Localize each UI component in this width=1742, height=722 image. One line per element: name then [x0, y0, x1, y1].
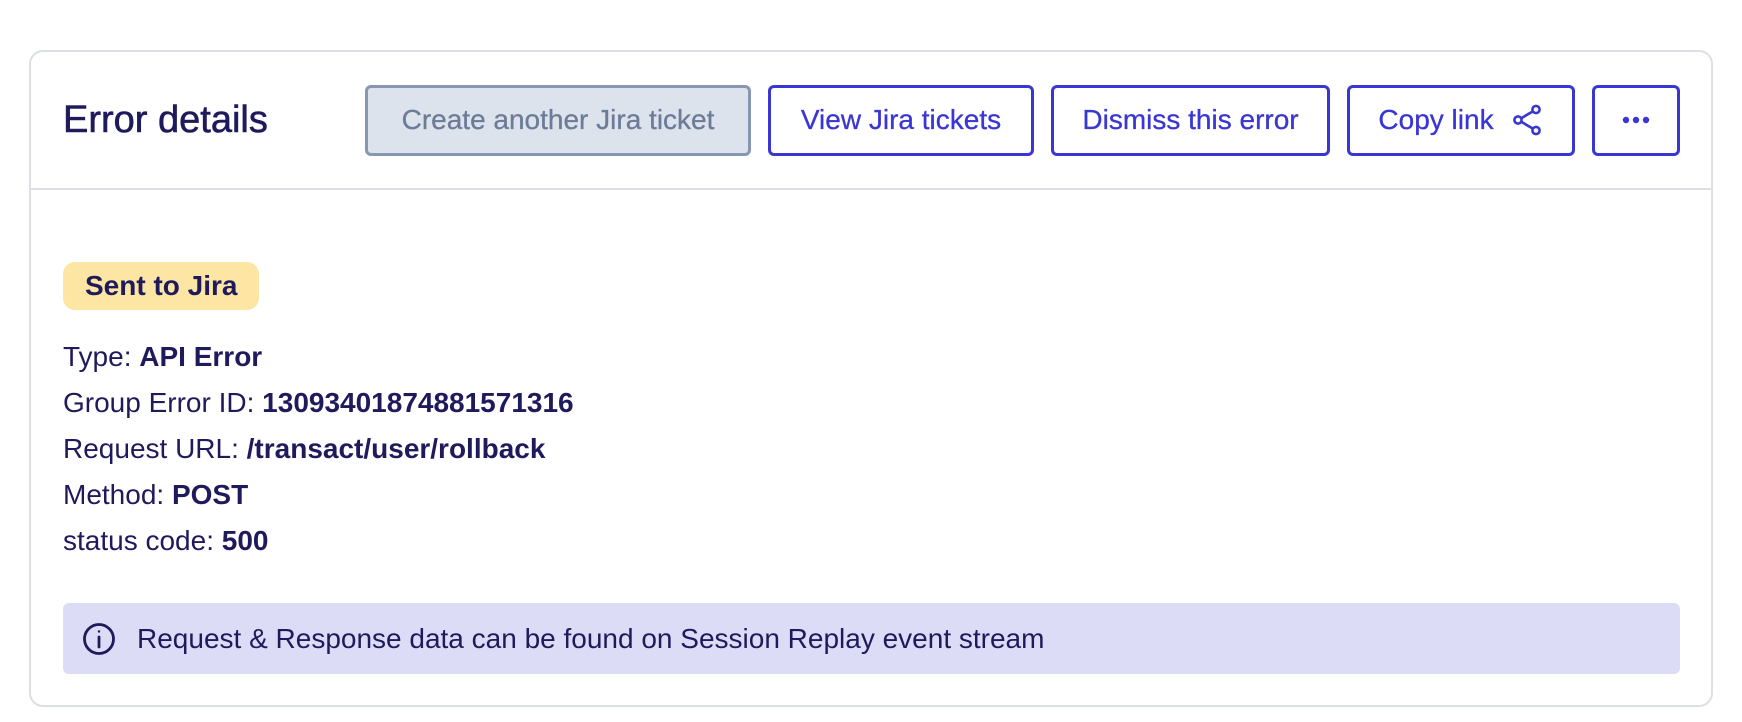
detail-method: Method: POST — [63, 472, 1680, 518]
dismiss-error-label: Dismiss this error — [1082, 104, 1299, 135]
detail-type: Type: API Error — [63, 334, 1680, 380]
more-options-button[interactable] — [1592, 84, 1680, 156]
card-header: Error details Create another Jira ticket… — [31, 52, 1711, 190]
copy-link-label: Copy link — [1378, 104, 1494, 135]
detail-label: Group Error ID: — [63, 387, 263, 418]
view-jira-tickets-label: View Jira tickets — [800, 104, 1002, 135]
detail-status-code: status code: 500 — [63, 518, 1680, 564]
detail-label: Method: — [63, 479, 172, 510]
error-details-list: Type: API Error Group Error ID: 13093401… — [63, 334, 1680, 564]
detail-value: API Error — [139, 341, 263, 372]
info-banner-text: Request & Response data can be found on … — [137, 622, 1045, 654]
error-details-card: Error details Create another Jira ticket… — [29, 50, 1713, 707]
status-badge: Sent to Jira — [63, 262, 260, 310]
create-jira-ticket-button[interactable]: Create another Jira ticket — [365, 84, 751, 156]
create-jira-ticket-label: Create another Jira ticket — [401, 104, 715, 135]
detail-value: /transact/user/rollback — [246, 433, 546, 464]
detail-request-url: Request URL: /transact/user/rollback — [63, 426, 1680, 472]
detail-label: Type: — [63, 341, 140, 372]
info-banner: Request & Response data can be found on … — [63, 603, 1680, 674]
detail-label: Request URL: — [63, 433, 247, 464]
card-body: Sent to Jira Type: API Error Group Error… — [31, 190, 1711, 674]
detail-value: POST — [171, 479, 249, 510]
header-actions: Create another Jira ticket View Jira tic… — [365, 84, 1680, 156]
detail-label: status code: — [63, 525, 222, 556]
detail-value: 13093401874881571316 — [262, 387, 574, 418]
share-icon — [1510, 103, 1544, 137]
page-title: Error details — [63, 98, 268, 141]
detail-value: 500 — [221, 525, 269, 556]
info-icon — [81, 621, 117, 657]
dismiss-error-button[interactable]: Dismiss this error — [1051, 84, 1330, 156]
copy-link-button[interactable]: Copy link — [1347, 84, 1575, 156]
more-horizontal-icon — [1621, 115, 1651, 125]
detail-group-error-id: Group Error ID: 13093401874881571316 — [63, 380, 1680, 426]
view-jira-tickets-button[interactable]: View Jira tickets — [768, 84, 1034, 156]
